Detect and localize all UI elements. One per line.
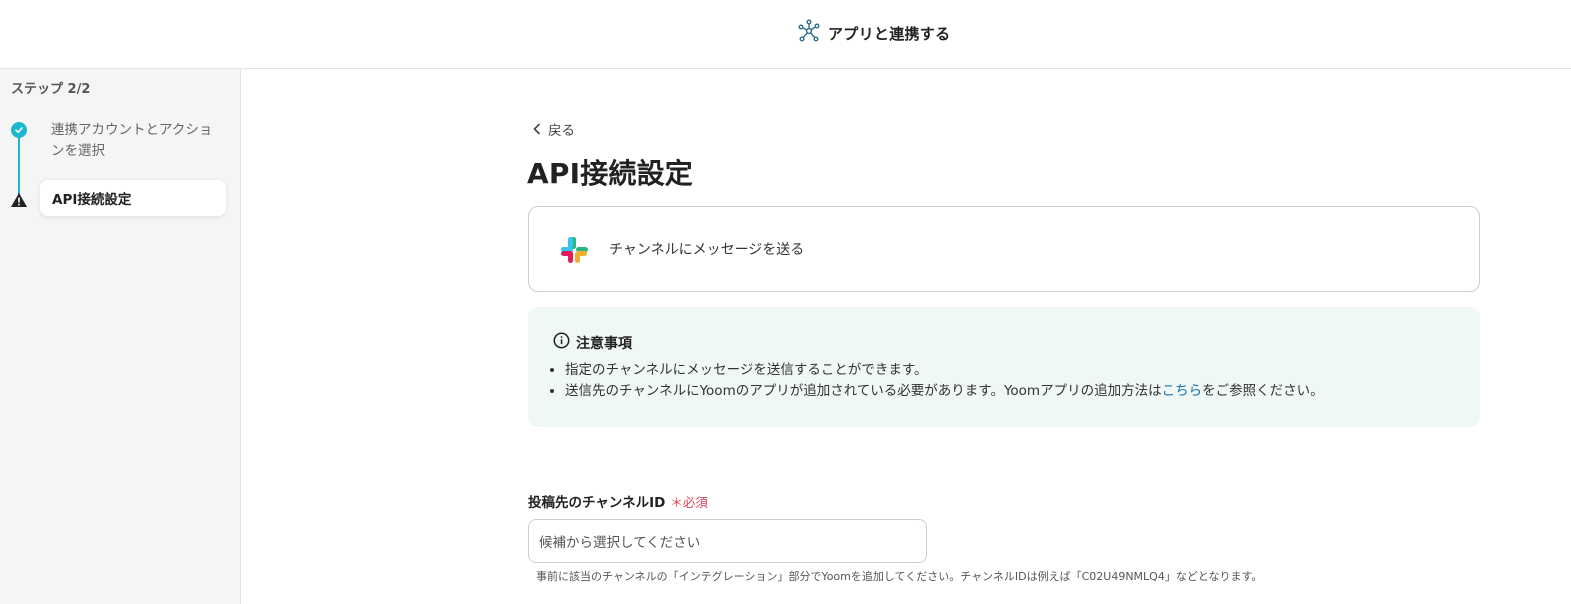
notice-item: 送信先のチャンネルにYoomのアプリが追加されている必要があります。Yoomアプ… [565,381,1324,402]
channel-id-select[interactable]: 候補から選択してください [528,519,927,563]
notice-header: 注意事項 [553,332,632,353]
field-help-text: 事前に該当のチャンネルの「インテグレーション」部分でYoomを追加してください。… [536,570,1263,583]
field-label: 投稿先のチャンネルID [528,495,666,511]
channel-id-placeholder: 候補から選択してください [539,535,701,551]
network-nodes-icon [798,19,820,47]
info-icon [553,332,570,353]
step-sidebar: ステップ 2/2 連携アカウントとアクションを選択 API接続設定 [0,69,241,604]
step-1-label[interactable]: 連携アカウントとアクションを選択 [51,120,221,162]
slack-icon [558,234,590,270]
step-2-label: API接続設定 [52,192,132,208]
back-label: 戻る [548,123,575,139]
notice-box: 注意事項 指定のチャンネルにメッセージを送信することができます。 送信先のチャン… [528,307,1480,427]
warning-icon [10,192,28,212]
action-label: チャンネルにメッセージを送る [609,242,805,258]
notice-list: 指定のチャンネルにメッセージを送信することができます。 送信先のチャンネルにYo… [565,360,1324,402]
back-link[interactable]: 戻る [532,119,575,139]
notice-item: 指定のチャンネルにメッセージを送信することができます。 [565,360,1324,381]
help-link[interactable]: こちら [1162,383,1203,399]
page-title: API接続設定 [527,157,694,190]
selected-action-card: チャンネルにメッセージを送る [528,206,1480,292]
channel-id-label-row: 投稿先のチャンネルID ＊必須 [528,491,708,511]
notice-title: 注意事項 [576,335,632,352]
step-2-current[interactable]: API接続設定 [40,180,226,216]
step-count: ステップ 2/2 [11,82,91,97]
check-icon [11,122,27,138]
top-header: アプリと連携する [0,0,1571,69]
header-title: アプリと連携する [828,24,951,43]
chevron-left-icon [532,120,542,139]
required-badge: ＊必須 [670,495,708,510]
header-title-group: アプリと連携する [798,19,950,47]
step-progress-line [18,131,20,195]
